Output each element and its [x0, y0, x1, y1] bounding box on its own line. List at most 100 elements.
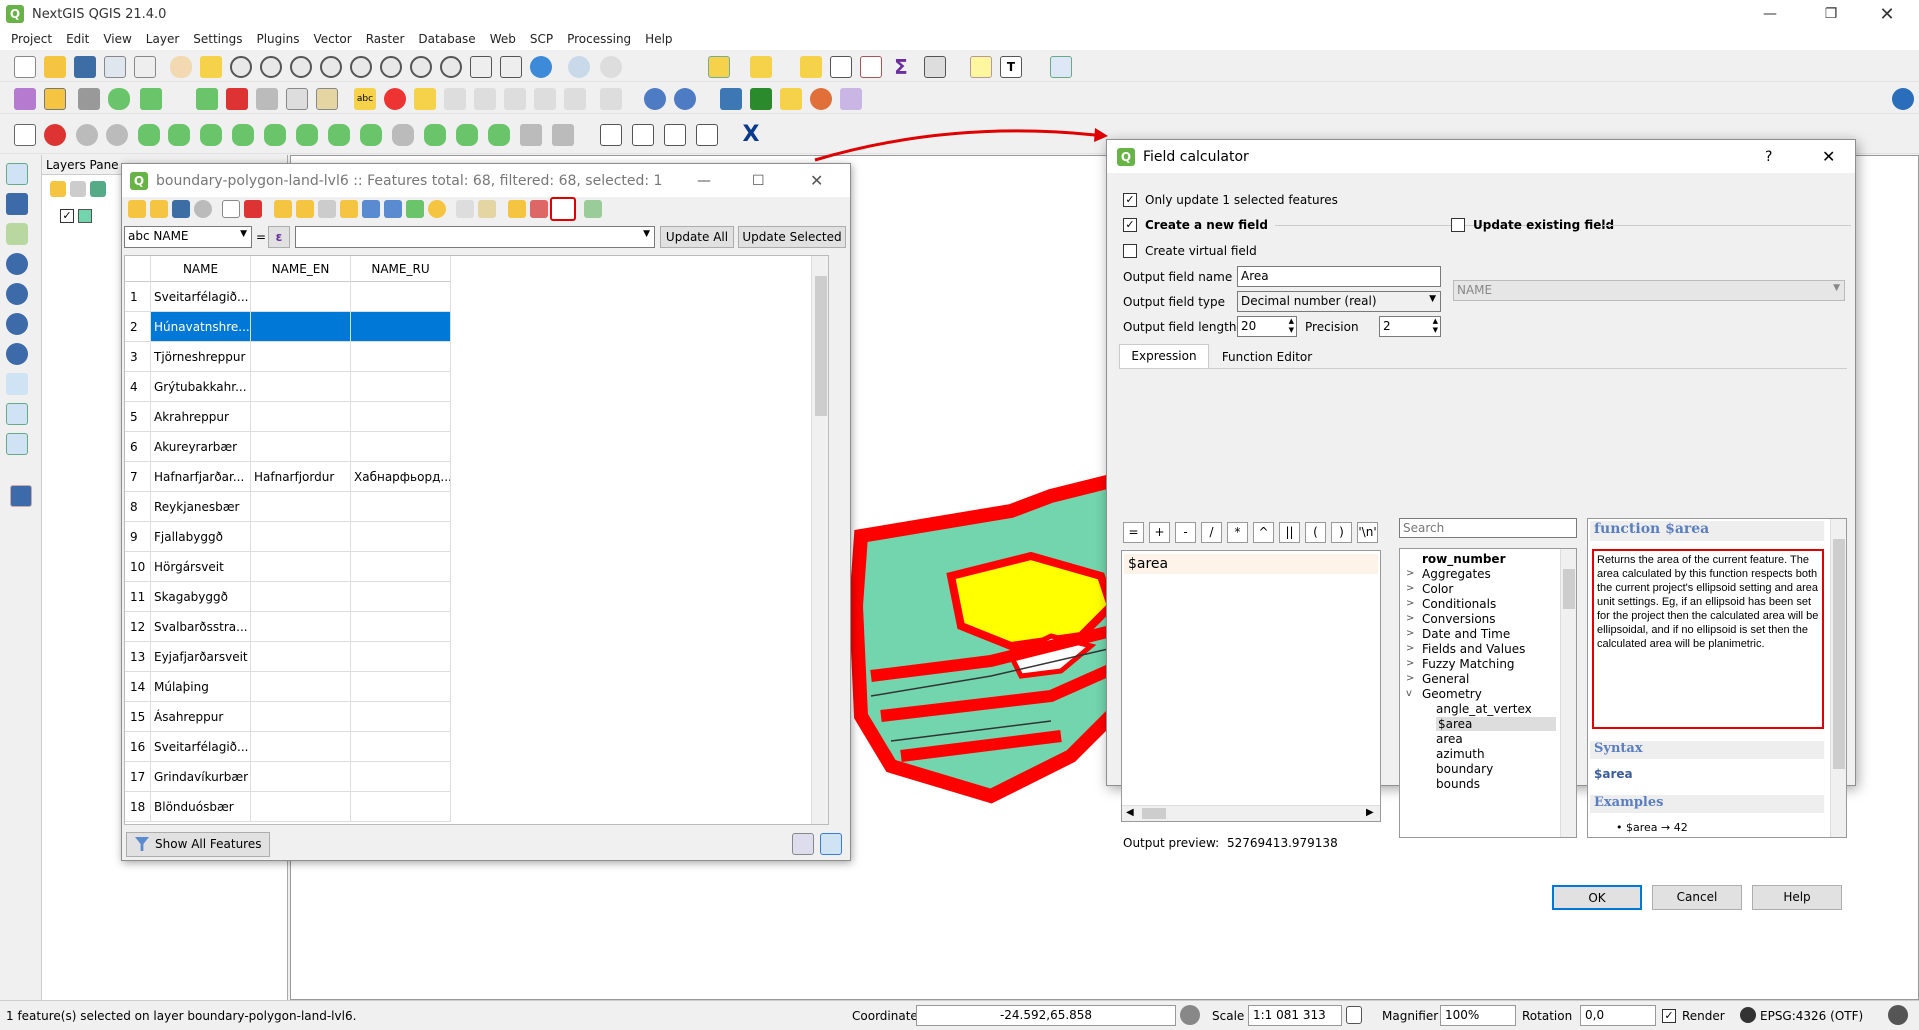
attr-save-icon[interactable] [172, 200, 190, 218]
cell-name-en[interactable] [251, 732, 351, 762]
menu-raster[interactable]: Raster [359, 32, 412, 46]
cell-name-en[interactable] [251, 342, 351, 372]
highlight-labels-icon[interactable] [444, 88, 466, 110]
shape-digitize-3-icon[interactable] [664, 124, 686, 146]
attr-copy-icon[interactable] [456, 200, 474, 218]
function-item[interactable]: boundary [1436, 762, 1493, 776]
show-all-features-button[interactable]: Show All Features [126, 832, 270, 857]
operator-button[interactable]: * [1227, 522, 1248, 543]
save-project-icon[interactable] [74, 56, 96, 78]
help-button[interactable]: Help [1752, 885, 1842, 910]
cell-name[interactable]: Hafnarfjarðar... [151, 462, 251, 492]
expand-closed-icon[interactable]: > [1406, 658, 1414, 669]
magnifier-field[interactable]: 100% [1440, 1005, 1516, 1026]
expression-h-scrollbar[interactable]: ◀ ▶ [1122, 805, 1380, 821]
only-update-selected-checkbox[interactable]: ✓ [1123, 193, 1137, 207]
column-header-name-ru[interactable]: NAME_RU [351, 256, 451, 282]
deselect-icon[interactable] [800, 56, 822, 78]
row-number[interactable]: 10 [125, 552, 151, 582]
help-scrollbar[interactable] [1830, 519, 1846, 837]
add-virtual-layer-icon[interactable] [6, 373, 28, 395]
advanced-edit-10-icon[interactable] [424, 124, 446, 146]
dialog-help-button[interactable]: ? [1765, 149, 1772, 165]
zoom-out-icon[interactable] [260, 56, 282, 78]
add-delimited-icon[interactable] [6, 223, 28, 245]
cell-name-ru[interactable] [351, 282, 451, 312]
grid-vertical-scrollbar[interactable] [811, 256, 828, 824]
cell-name[interactable]: Blönduósbær [151, 792, 251, 822]
select-by-value-icon[interactable] [750, 56, 772, 78]
cell-name-ru[interactable] [351, 342, 451, 372]
menu-database[interactable]: Database [411, 32, 482, 46]
map-tips-icon[interactable] [970, 56, 992, 78]
zoom-next-icon[interactable] [440, 56, 462, 78]
ok-button[interactable]: OK [1552, 885, 1642, 910]
cell-name-en[interactable] [251, 552, 351, 582]
add-raster-icon[interactable] [6, 193, 28, 215]
menu-settings[interactable]: Settings [186, 32, 249, 46]
cancel-button[interactable]: Cancel [1652, 885, 1742, 910]
function-item[interactable]: angle_at_vertex [1436, 702, 1532, 716]
operator-button[interactable]: || [1279, 522, 1300, 543]
advanced-edit-4-icon[interactable] [232, 124, 254, 146]
snapping-icon[interactable] [14, 124, 36, 146]
open-project-icon[interactable] [44, 56, 66, 78]
precision-spin[interactable]: 2 ▲ ▼ [1379, 316, 1441, 337]
row-number[interactable]: 18 [125, 792, 151, 822]
tab-function-editor[interactable]: Function Editor [1211, 346, 1323, 368]
cell-name-en[interactable] [251, 432, 351, 462]
identify-icon[interactable] [568, 56, 590, 78]
statistics-sigma-icon[interactable]: Σ [890, 56, 912, 78]
scale-field[interactable]: 1:1 081 313 [1248, 1005, 1342, 1026]
expand-closed-icon[interactable]: > [1406, 628, 1414, 639]
table-view-icon[interactable] [820, 833, 842, 855]
crs-globe-icon[interactable] [1740, 1007, 1756, 1023]
row-number[interactable]: 8 [125, 492, 151, 522]
function-group-item[interactable]: row_number [1422, 552, 1505, 566]
zoom-full-icon[interactable] [320, 56, 342, 78]
add-postgis-icon[interactable] [6, 253, 28, 275]
attr-zoom-icon[interactable] [428, 200, 446, 218]
cell-name-ru[interactable] [351, 642, 451, 672]
help-whats-this-icon[interactable] [1050, 56, 1072, 78]
plugin-shield-icon[interactable] [780, 88, 802, 110]
menu-layer[interactable]: Layer [139, 32, 186, 46]
cut-features-icon[interactable] [256, 88, 278, 110]
cell-name-ru[interactable] [351, 402, 451, 432]
georeferencer-icon[interactable] [644, 88, 666, 110]
operator-button[interactable]: + [1149, 522, 1170, 543]
table-row[interactable]: 12 Svalbarðsstra... [125, 612, 675, 642]
magnet-icon[interactable] [44, 124, 66, 146]
function-group-item[interactable]: Color [1422, 582, 1453, 596]
tree-scrollbar[interactable] [1560, 549, 1576, 837]
cell-name-ru[interactable] [351, 732, 451, 762]
tab-expression[interactable]: Expression [1119, 344, 1209, 368]
diagram-icon[interactable] [384, 88, 406, 110]
operator-button[interactable]: '\n' [1357, 522, 1378, 543]
bookmarks-icon[interactable] [500, 56, 522, 78]
rotate-label-icon[interactable] [504, 88, 526, 110]
menu-project[interactable]: Project [4, 32, 59, 46]
table-row[interactable]: 4 Grýtubakkahr... [125, 372, 675, 402]
table-row[interactable]: 8 Reykjanesbær [125, 492, 675, 522]
cell-name-en[interactable] [251, 642, 351, 672]
attr-multi-edit-icon[interactable] [150, 200, 168, 218]
cell-name[interactable]: Fjallabyggð [151, 522, 251, 552]
h-scroll-thumb[interactable] [1142, 808, 1166, 819]
function-group-item[interactable]: Date and Time [1422, 627, 1510, 641]
function-item[interactable]: $area [1436, 717, 1556, 731]
table-row[interactable]: 16 Sveitarfélagið... [125, 732, 675, 762]
scroll-left-icon[interactable]: ◀ [1126, 807, 1134, 818]
attr-close-button[interactable]: ✕ [810, 171, 823, 190]
table-row[interactable]: 2 Húnavatnshre... [125, 312, 675, 342]
attr-pan-icon[interactable] [406, 200, 424, 218]
function-group-item[interactable]: General [1422, 672, 1469, 686]
row-number[interactable]: 17 [125, 762, 151, 792]
processing-toolbox-icon[interactable] [750, 88, 772, 110]
function-group-item[interactable]: Aggregates [1422, 567, 1491, 581]
text-annotation-icon[interactable]: T [1000, 56, 1022, 78]
cell-name[interactable]: Reykjanesbær [151, 492, 251, 522]
delete-selected-icon[interactable] [226, 88, 248, 110]
cell-name-en[interactable] [251, 762, 351, 792]
coordinate-toggle-icon[interactable] [1180, 1005, 1200, 1025]
